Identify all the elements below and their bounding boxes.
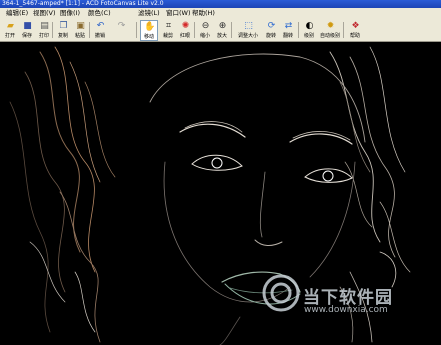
resize-button[interactable]: ⬚ 调整大小 (236, 20, 260, 41)
redo-button[interactable]: ↷ (112, 20, 130, 41)
contrast-icon: ◐ (305, 21, 314, 31)
watermark-logo-icon (262, 274, 300, 312)
menu-edit[interactable]: 编辑(E) (6, 8, 28, 19)
main-toolbar: ▰ 打开 ■ 保存 ▤ 打印 ❐ 复制 ▣ 粘贴 ↶ 撤销 ↷ ✋ 移动 ⌗ 裁… (0, 19, 441, 42)
menu-window[interactable]: 窗口(W) (166, 8, 191, 19)
hand-icon: ✋ (144, 22, 156, 32)
help-book-icon: ❖ (351, 21, 360, 31)
print-button[interactable]: ▤ 打印 (35, 20, 53, 41)
clipboard-icon: ▣ (76, 21, 85, 31)
menu-color[interactable]: 颜色(C) (88, 8, 111, 19)
redeye-icon: ✺ (181, 21, 190, 31)
menu-image[interactable]: 图像(I) (60, 8, 80, 19)
redo-icon: ↷ (117, 21, 126, 31)
redeye-button[interactable]: ✺ 红眼 (176, 20, 194, 41)
rotate-icon: ⟳ (267, 21, 276, 31)
menu-view[interactable]: 视图(V) (33, 8, 56, 19)
crop-icon: ⌗ (165, 21, 172, 31)
watermark-url: www.downxia.com (304, 305, 388, 315)
title-bar: 364-1_5467-amped* [1:1] - ACD FotoCanvas… (0, 0, 441, 8)
toolbar-separator (136, 22, 137, 38)
toolbar-separator (231, 22, 232, 38)
flip-button[interactable]: ⇄ 翻转 (279, 20, 297, 41)
resize-icon: ⬚ (244, 21, 253, 31)
floppy-icon: ■ (23, 21, 32, 31)
window-title: 364-1_5467-amped* [1:1] - ACD FotoCanvas… (2, 0, 164, 7)
help-button[interactable]: ❖ 帮助 (346, 20, 364, 41)
printer-icon: ▤ (40, 21, 49, 31)
undo-button[interactable]: ↶ 撤销 (91, 20, 109, 41)
zoom-out-icon: ⊖ (201, 21, 210, 31)
auto-levels-button[interactable]: ✹ 自动级别 (319, 20, 341, 41)
menu-filter[interactable]: 滤镜(L) (138, 8, 160, 19)
app-window: 364-1_5467-amped* [1:1] - ACD FotoCanvas… (0, 0, 441, 345)
paste-button[interactable]: ▣ 粘贴 (71, 20, 89, 41)
undo-icon: ↶ (96, 21, 105, 31)
folder-icon: ▰ (7, 21, 14, 31)
zoom-in-button[interactable]: ⊕ 放大 (213, 20, 231, 41)
copy-icon: ❐ (59, 21, 68, 31)
flip-icon: ⇄ (284, 21, 293, 31)
move-button[interactable]: ✋ 移动 (140, 20, 158, 41)
zoom-in-icon: ⊕ (218, 21, 227, 31)
menu-help[interactable]: 帮助(H) (192, 8, 215, 19)
levels-button[interactable]: ◐ 级别 (300, 20, 318, 41)
sun-icon: ✹ (326, 21, 335, 31)
